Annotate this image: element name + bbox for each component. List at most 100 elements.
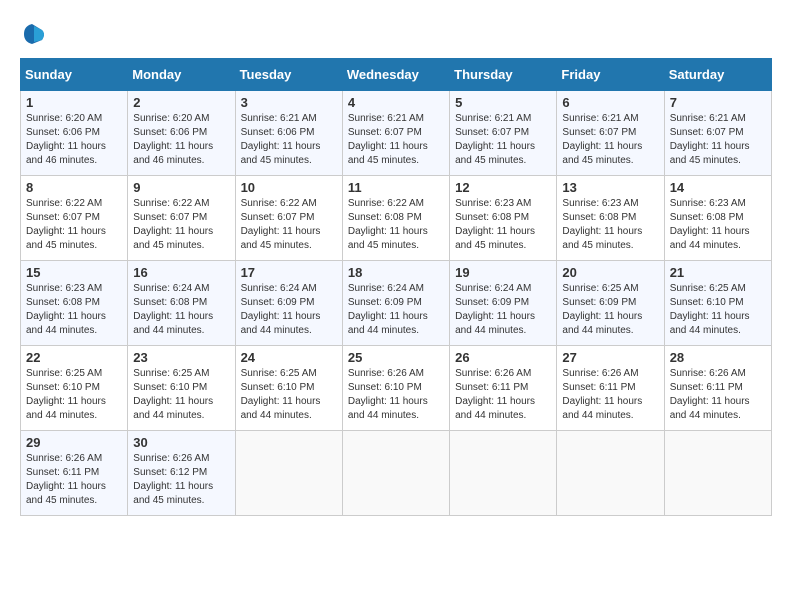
- day-info: Sunrise: 6:25 AMSunset: 6:10 PMDaylight:…: [241, 367, 337, 423]
- calendar-day: 2 Sunrise: 6:20 AMSunset: 6:06 PMDaylight…: [128, 91, 235, 176]
- calendar-day: 10 Sunrise: 6:22 AMSunset: 6:07 PMDayligh…: [235, 176, 342, 261]
- day-number: 14: [670, 180, 766, 195]
- calendar-table: SundayMondayTuesdayWednesdayThursdayFrid…: [20, 58, 772, 516]
- calendar-day: 13 Sunrise: 6:23 AMSunset: 6:08 PMDayligh…: [557, 176, 664, 261]
- day-number: 13: [562, 180, 658, 195]
- calendar-day: 26 Sunrise: 6:26 AMSunset: 6:11 PMDayligh…: [450, 346, 557, 431]
- day-number: 1: [26, 95, 122, 110]
- day-number: 11: [348, 180, 444, 195]
- calendar-day: 9 Sunrise: 6:22 AMSunset: 6:07 PMDaylight…: [128, 176, 235, 261]
- day-info: Sunrise: 6:26 AMSunset: 6:10 PMDaylight:…: [348, 367, 444, 423]
- calendar-day: 12 Sunrise: 6:23 AMSunset: 6:08 PMDayligh…: [450, 176, 557, 261]
- day-number: 24: [241, 350, 337, 365]
- header-row: SundayMondayTuesdayWednesdayThursdayFrid…: [21, 59, 772, 91]
- day-number: 7: [670, 95, 766, 110]
- day-info: Sunrise: 6:22 AMSunset: 6:07 PMDaylight:…: [133, 197, 229, 253]
- day-number: 18: [348, 265, 444, 280]
- day-info: Sunrise: 6:23 AMSunset: 6:08 PMDaylight:…: [26, 282, 122, 338]
- day-number: 19: [455, 265, 551, 280]
- day-info: Sunrise: 6:23 AMSunset: 6:08 PMDaylight:…: [562, 197, 658, 253]
- week-row-2: 8Sunrise: 6:22 AMSunset: 6:07 PMDaylight…: [21, 176, 772, 261]
- calendar-day: 16 Sunrise: 6:24 AMSunset: 6:08 PMDayligh…: [128, 261, 235, 346]
- day-number: 23: [133, 350, 229, 365]
- day-info: Sunrise: 6:21 AMSunset: 6:07 PMDaylight:…: [348, 112, 444, 168]
- day-info: Sunrise: 6:23 AMSunset: 6:08 PMDaylight:…: [455, 197, 551, 253]
- day-info: Sunrise: 6:25 AMSunset: 6:09 PMDaylight:…: [562, 282, 658, 338]
- calendar-day: 3Sunrise: 6:21 AMSunset: 6:06 PMDaylight…: [235, 91, 342, 176]
- day-info: Sunrise: 6:21 AMSunset: 6:07 PMDaylight:…: [562, 112, 658, 168]
- day-number: 26: [455, 350, 551, 365]
- day-info: Sunrise: 6:20 AMSunset: 6:06 PMDaylight:…: [26, 112, 122, 168]
- calendar-day: 23 Sunrise: 6:25 AMSunset: 6:10 PMDayligh…: [128, 346, 235, 431]
- day-info: Sunrise: 6:24 AMSunset: 6:08 PMDaylight:…: [133, 282, 229, 338]
- calendar-day: 7Sunrise: 6:21 AMSunset: 6:07 PMDaylight…: [664, 91, 771, 176]
- header-cell-friday: Friday: [557, 59, 664, 91]
- day-number: 21: [670, 265, 766, 280]
- logo-icon: [20, 20, 48, 48]
- calendar-day: 19 Sunrise: 6:24 AMSunset: 6:09 PMDayligh…: [450, 261, 557, 346]
- day-info: Sunrise: 6:26 AMSunset: 6:11 PMDaylight:…: [26, 452, 122, 508]
- calendar-day: [557, 431, 664, 516]
- calendar-day: 25Sunrise: 6:26 AMSunset: 6:10 PMDayligh…: [342, 346, 449, 431]
- day-info: Sunrise: 6:21 AMSunset: 6:07 PMDaylight:…: [455, 112, 551, 168]
- calendar-day: 5 Sunrise: 6:21 AMSunset: 6:07 PMDaylight…: [450, 91, 557, 176]
- header-cell-thursday: Thursday: [450, 59, 557, 91]
- day-number: 20: [562, 265, 658, 280]
- header-cell-wednesday: Wednesday: [342, 59, 449, 91]
- calendar-day: [235, 431, 342, 516]
- day-number: 22: [26, 350, 122, 365]
- calendar-day: 14 Sunrise: 6:23 AMSunset: 6:08 PMDayligh…: [664, 176, 771, 261]
- header-cell-tuesday: Tuesday: [235, 59, 342, 91]
- day-info: Sunrise: 6:26 AMSunset: 6:12 PMDaylight:…: [133, 452, 229, 508]
- week-row-4: 22 Sunrise: 6:25 AMSunset: 6:10 PMDayligh…: [21, 346, 772, 431]
- day-number: 12: [455, 180, 551, 195]
- day-number: 9: [133, 180, 229, 195]
- calendar-day: 6Sunrise: 6:21 AMSunset: 6:07 PMDaylight…: [557, 91, 664, 176]
- day-info: Sunrise: 6:20 AMSunset: 6:06 PMDaylight:…: [133, 112, 229, 168]
- day-info: Sunrise: 6:25 AMSunset: 6:10 PMDaylight:…: [133, 367, 229, 423]
- day-number: 28: [670, 350, 766, 365]
- day-number: 16: [133, 265, 229, 280]
- day-number: 30: [133, 435, 229, 450]
- calendar-day: 20 Sunrise: 6:25 AMSunset: 6:09 PMDayligh…: [557, 261, 664, 346]
- day-info: Sunrise: 6:22 AMSunset: 6:08 PMDaylight:…: [348, 197, 444, 253]
- day-info: Sunrise: 6:22 AMSunset: 6:07 PMDaylight:…: [241, 197, 337, 253]
- day-info: Sunrise: 6:24 AMSunset: 6:09 PMDaylight:…: [455, 282, 551, 338]
- calendar-day: 24 Sunrise: 6:25 AMSunset: 6:10 PMDayligh…: [235, 346, 342, 431]
- calendar-day: [664, 431, 771, 516]
- day-number: 27: [562, 350, 658, 365]
- logo: [20, 20, 52, 48]
- day-number: 17: [241, 265, 337, 280]
- calendar-day: 27Sunrise: 6:26 AMSunset: 6:11 PMDayligh…: [557, 346, 664, 431]
- day-info: Sunrise: 6:22 AMSunset: 6:07 PMDaylight:…: [26, 197, 122, 253]
- calendar-day: 4Sunrise: 6:21 AMSunset: 6:07 PMDaylight…: [342, 91, 449, 176]
- header: [20, 20, 772, 48]
- header-cell-sunday: Sunday: [21, 59, 128, 91]
- day-info: Sunrise: 6:26 AMSunset: 6:11 PMDaylight:…: [455, 367, 551, 423]
- calendar-day: [450, 431, 557, 516]
- day-info: Sunrise: 6:24 AMSunset: 6:09 PMDaylight:…: [241, 282, 337, 338]
- day-info: Sunrise: 6:25 AMSunset: 6:10 PMDaylight:…: [670, 282, 766, 338]
- day-number: 10: [241, 180, 337, 195]
- day-info: Sunrise: 6:26 AMSunset: 6:11 PMDaylight:…: [670, 367, 766, 423]
- calendar-day: 28 Sunrise: 6:26 AMSunset: 6:11 PMDayligh…: [664, 346, 771, 431]
- calendar-day: 30 Sunrise: 6:26 AMSunset: 6:12 PMDayligh…: [128, 431, 235, 516]
- header-cell-monday: Monday: [128, 59, 235, 91]
- calendar-day: 29 Sunrise: 6:26 AMSunset: 6:11 PMDayligh…: [21, 431, 128, 516]
- day-number: 3: [241, 95, 337, 110]
- day-number: 5: [455, 95, 551, 110]
- calendar-day: 11 Sunrise: 6:22 AMSunset: 6:08 PMDayligh…: [342, 176, 449, 261]
- week-row-3: 15 Sunrise: 6:23 AMSunset: 6:08 PMDayligh…: [21, 261, 772, 346]
- day-number: 29: [26, 435, 122, 450]
- calendar-day: 18 Sunrise: 6:24 AMSunset: 6:09 PMDayligh…: [342, 261, 449, 346]
- week-row-1: 1 Sunrise: 6:20 AMSunset: 6:06 PMDaylight…: [21, 91, 772, 176]
- day-number: 15: [26, 265, 122, 280]
- calendar-day: 17 Sunrise: 6:24 AMSunset: 6:09 PMDayligh…: [235, 261, 342, 346]
- header-cell-saturday: Saturday: [664, 59, 771, 91]
- week-row-5: 29 Sunrise: 6:26 AMSunset: 6:11 PMDayligh…: [21, 431, 772, 516]
- day-info: Sunrise: 6:23 AMSunset: 6:08 PMDaylight:…: [670, 197, 766, 253]
- calendar-day: 8Sunrise: 6:22 AMSunset: 6:07 PMDaylight…: [21, 176, 128, 261]
- calendar-header: SundayMondayTuesdayWednesdayThursdayFrid…: [21, 59, 772, 91]
- day-info: Sunrise: 6:24 AMSunset: 6:09 PMDaylight:…: [348, 282, 444, 338]
- day-number: 2: [133, 95, 229, 110]
